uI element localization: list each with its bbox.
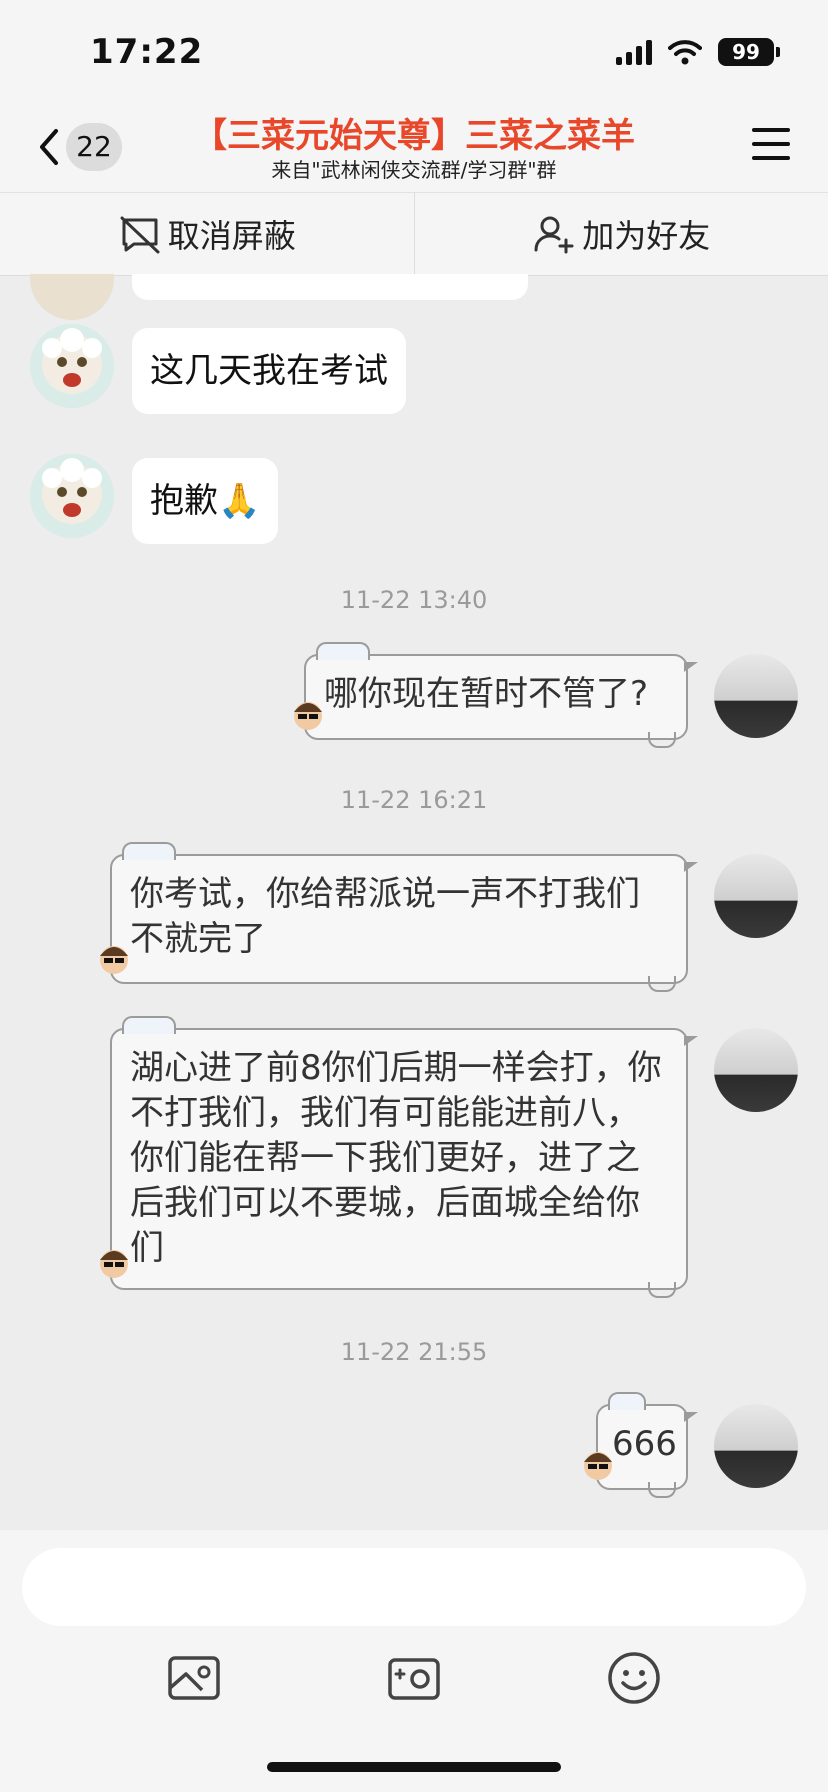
- chat-title: 【三菜元始天尊】三菜之菜羊: [193, 116, 635, 156]
- home-indicator: [267, 1762, 561, 1772]
- sticker-icon: [584, 1452, 612, 1480]
- message-text: 666: [612, 1424, 677, 1464]
- bubble-decoration: [648, 1282, 676, 1298]
- unblock-label: 取消屏蔽: [167, 217, 296, 255]
- add-friend-label: 加为好友: [582, 217, 711, 255]
- status-icons: 99: [616, 38, 780, 66]
- battery-icon: 99: [718, 38, 780, 66]
- input-area: [0, 1530, 828, 1792]
- image-icon[interactable]: [164, 1648, 224, 1708]
- unblock-chat-icon: [120, 216, 160, 254]
- timestamp: 11-22 16:21: [340, 786, 488, 814]
- bubble-tail: [684, 1412, 698, 1422]
- message-text: 你考试，你给帮派说一声不打我们不就完了: [130, 874, 640, 959]
- message-bubble[interactable]: 湖心进了前8你们后期一样会打，你不打我们，我们有可能能进前八，你们能在帮一下我们…: [110, 1016, 698, 1298]
- wifi-icon: [668, 40, 702, 65]
- avatar[interactable]: [30, 324, 114, 408]
- message-text: 哪你现在暂时不管了?: [324, 674, 649, 714]
- add-user-icon: [534, 216, 574, 254]
- bubble-decoration: [648, 976, 676, 992]
- timestamp: 11-22 13:40: [340, 586, 488, 614]
- avatar[interactable]: [30, 454, 114, 538]
- action-bar: 取消屏蔽 加为好友: [0, 192, 828, 276]
- message-text: 湖心进了前8你们后期一样会打，你不打我们，我们有可能能进前八，你们能在帮一下我们…: [130, 1048, 662, 1268]
- sticker-icon: [100, 1250, 128, 1278]
- message-text: 抱歉🙏: [150, 481, 261, 521]
- sheep-avatar-icon: [42, 328, 102, 394]
- message-bubble[interactable]: 哪你现在暂时不管了?: [304, 642, 698, 748]
- chat-subtitle: 来自"武林闲侠交流群/学习群"群: [271, 158, 557, 182]
- bubble-tail: [684, 862, 698, 872]
- bubble-decoration: [122, 1016, 176, 1034]
- sticker-icon: [100, 946, 128, 974]
- sheep-avatar-icon: [42, 458, 102, 524]
- message-input[interactable]: [22, 1548, 806, 1626]
- bubble-decoration: [122, 842, 176, 860]
- bubble-decoration: [648, 1482, 676, 1498]
- signal-icon: [616, 39, 652, 65]
- bubble-tail: [684, 1036, 698, 1046]
- bubble-decoration: [316, 642, 370, 660]
- message-bubble-partial[interactable]: [132, 274, 528, 300]
- avatar[interactable]: [30, 274, 114, 320]
- sticker-icon: [294, 702, 322, 730]
- menu-icon[interactable]: [752, 128, 790, 160]
- avatar[interactable]: [714, 654, 798, 738]
- chat-header: 22 【三菜元始天尊】三菜之菜羊 来自"武林闲侠交流群/学习群"群: [0, 100, 828, 192]
- timestamp: 11-22 21:55: [340, 1338, 488, 1366]
- camera-icon[interactable]: [384, 1648, 444, 1708]
- bubble-tail: [684, 662, 698, 672]
- message-bubble[interactable]: 抱歉🙏: [132, 458, 279, 544]
- message-text: 这几天我在考试: [150, 351, 388, 391]
- avatar[interactable]: [714, 1404, 798, 1488]
- emoji-icon[interactable]: [604, 1648, 664, 1708]
- bubble-decoration: [648, 732, 676, 748]
- bubble-decoration: [608, 1392, 646, 1410]
- status-time: 17:22: [90, 32, 204, 72]
- add-friend-button[interactable]: 加为好友: [415, 193, 828, 275]
- message-bubble[interactable]: 这几天我在考试: [132, 328, 406, 414]
- status-bar: 17:22 99: [0, 0, 828, 100]
- chat-messages[interactable]: 这几天我在考试 抱歉🙏 11-22 13:40 哪你现在暂时不管了? 11-22…: [0, 274, 828, 1530]
- avatar[interactable]: [714, 1028, 798, 1112]
- avatar[interactable]: [714, 854, 798, 938]
- unblock-button[interactable]: 取消屏蔽: [0, 193, 414, 275]
- message-bubble[interactable]: 你考试，你给帮派说一声不打我们不就完了: [110, 842, 698, 992]
